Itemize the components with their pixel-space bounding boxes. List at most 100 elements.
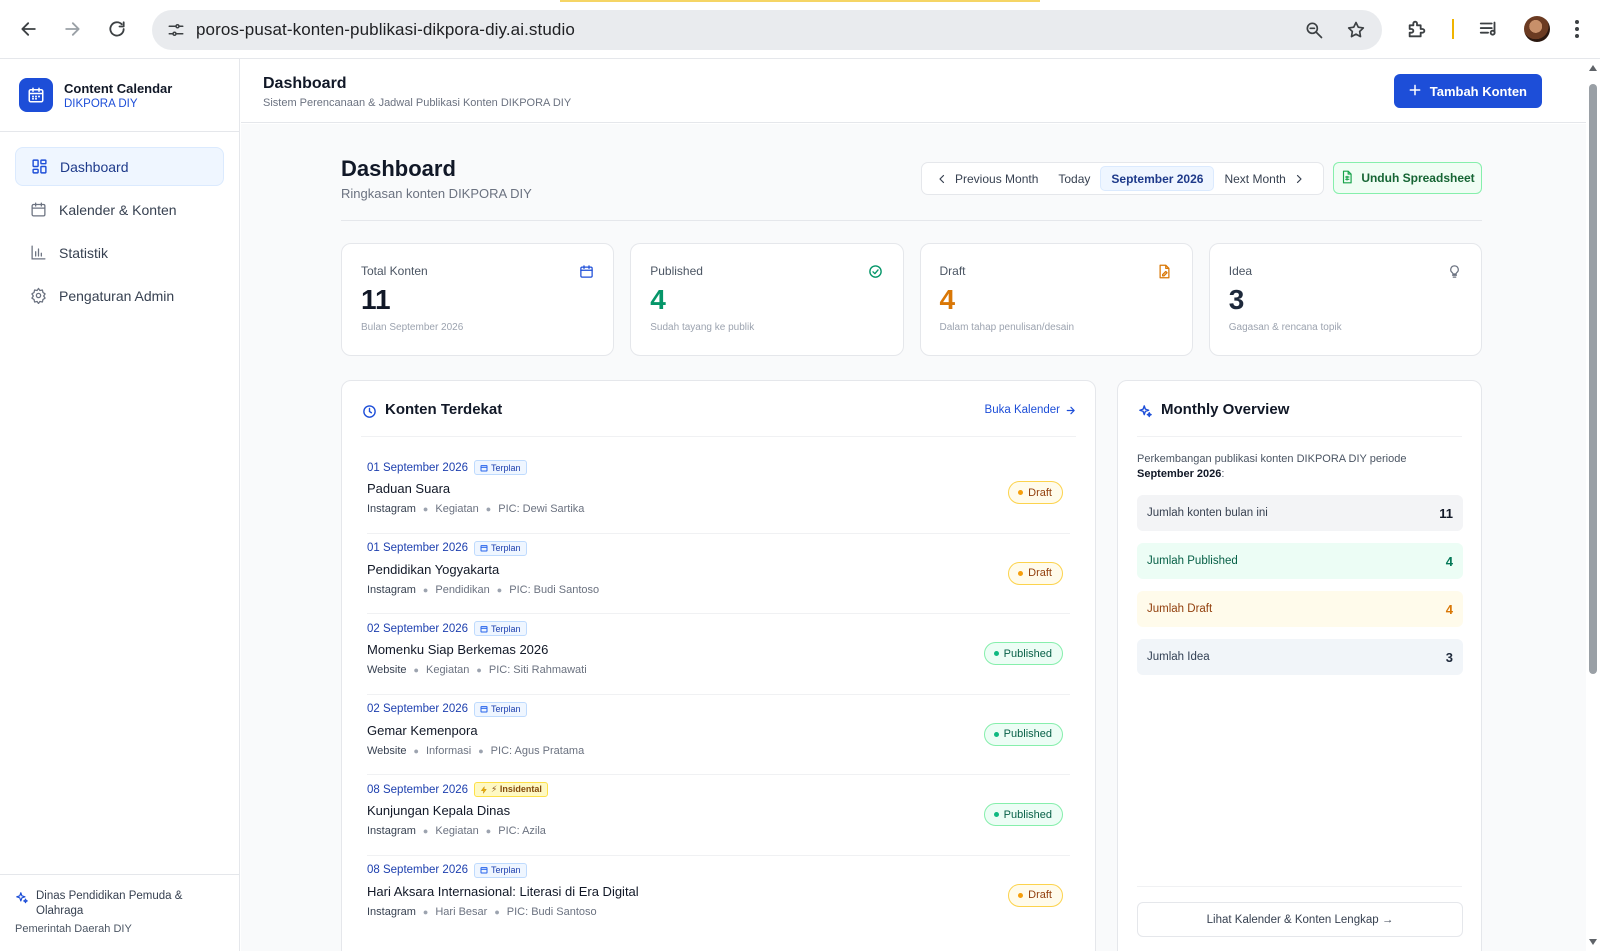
meta-separator: ● xyxy=(413,745,419,756)
header-divider xyxy=(341,220,1482,221)
overview-row-label: Jumlah Published xyxy=(1147,555,1238,567)
page-scrollbar[interactable] xyxy=(1586,59,1600,951)
scroll-up-arrow[interactable] xyxy=(1589,65,1597,71)
meta-separator: ● xyxy=(478,745,484,756)
media-queue-icon[interactable] xyxy=(1478,18,1500,40)
content-channel: Instagram xyxy=(367,905,416,918)
stat-published: Published 4 Sudah tayang ke publik xyxy=(630,243,904,356)
content-category: Kegiatan xyxy=(435,503,479,515)
chevron-right-icon xyxy=(1293,173,1305,185)
next-month-button[interactable]: Next Month xyxy=(1214,166,1314,191)
content-title: Momenku Siap Berkemas 2026 xyxy=(367,642,549,658)
content-pic: PIC: Agus Pratama xyxy=(490,744,585,757)
content-channel: Website xyxy=(367,744,407,757)
next-month-label: Next Month xyxy=(1224,171,1286,186)
back-icon[interactable] xyxy=(14,14,44,44)
main-content: Dashboard Ringkasan konten DIKPORA DIY P… xyxy=(241,124,1586,951)
scroll-down-arrow[interactable] xyxy=(1589,939,1597,945)
meta-separator: ● xyxy=(422,826,429,837)
overview-intro: Perkembangan publikasi konten DIKPORA DI… xyxy=(1137,452,1463,482)
stat-label: Idea xyxy=(1228,264,1253,278)
content-plan-tag-label: Terplan xyxy=(491,865,521,876)
extensions-icon[interactable] xyxy=(1406,18,1428,40)
view-full-calendar-button[interactable]: Lihat Kalender & Konten Lengkap → xyxy=(1137,902,1463,937)
content-row[interactable]: 01 September 2026 Terplan Pendidikan Yog… xyxy=(367,534,1070,615)
content-row[interactable]: 08 September 2026 Terplan Hari Aksara In… xyxy=(367,856,1070,937)
forward-icon[interactable] xyxy=(57,14,87,44)
dashboard-icon xyxy=(30,158,48,176)
calendar-icon xyxy=(480,544,488,552)
sidebar-footer: Dinas Pendidikan Pemuda & Olahraga Pemer… xyxy=(0,874,240,951)
status-dot xyxy=(1018,490,1024,495)
brand-subtitle: DIKPORA DIY xyxy=(64,97,138,110)
footer-government: Pemerintah Daerah DIY xyxy=(15,923,132,935)
content-pic: PIC: Budi Santoso xyxy=(509,583,600,596)
overview-divider xyxy=(1137,886,1462,887)
current-month-label[interactable]: September 2026 xyxy=(1100,166,1215,191)
page-title: Dashboard xyxy=(341,156,456,181)
download-label: Unduh Spreadsheet xyxy=(1361,171,1475,185)
sidebar-item-calendar[interactable]: Kalender & Konten xyxy=(15,190,224,229)
url-text[interactable]: poros-pusat-konten-publikasi-dikpora-diy… xyxy=(196,20,575,40)
stat-hint: Bulan September 2026 xyxy=(361,322,464,333)
content-category: Informasi xyxy=(425,744,472,757)
previous-month-label: Previous Month xyxy=(955,171,1039,186)
brand-title: Content Calendar xyxy=(64,80,173,96)
content-category: Hari Besar xyxy=(435,905,488,918)
content-plan-tag-label: Terplan xyxy=(491,462,521,473)
sidebar-menu: Dashboard Kalender & Konten Statistik Pe… xyxy=(0,132,239,334)
today-button[interactable]: Today xyxy=(1048,166,1100,191)
content-channel: Website xyxy=(367,664,407,677)
calendar-icon xyxy=(480,464,488,472)
content-category: Pendidikan xyxy=(435,583,490,596)
sidebar-item-dashboard[interactable]: Dashboard xyxy=(15,147,224,186)
gear-icon xyxy=(29,287,47,305)
content-row[interactable]: 02 September 2026 Terplan Gemar Kemenpor… xyxy=(367,695,1070,776)
sparkles-icon xyxy=(1137,403,1153,419)
upcoming-content-list: 01 September 2026 Terplan Paduan Suara I… xyxy=(367,453,1070,937)
profile-avatar[interactable] xyxy=(1524,16,1550,42)
previous-month-button[interactable]: Previous Month xyxy=(926,166,1048,191)
content-row[interactable]: 01 September 2026 Terplan Paduan Suara I… xyxy=(367,453,1070,534)
content-row[interactable]: 02 September 2026 Terplan Momenku Siap B… xyxy=(367,614,1070,695)
open-calendar-link[interactable]: Buka Kalender xyxy=(985,404,1076,416)
kebab-menu-icon[interactable] xyxy=(1574,19,1580,39)
calendar-icon xyxy=(480,866,488,874)
header-title: Dashboard xyxy=(263,75,347,92)
stat-label: Total Konten xyxy=(361,264,428,278)
scroll-thumb[interactable] xyxy=(1589,84,1597,674)
site-settings-icon[interactable] xyxy=(164,18,188,42)
header-subtitle: Sistem Perencanaan & Jadwal Publikasi Ko… xyxy=(263,97,572,109)
open-calendar-label: Buka Kalender xyxy=(984,404,1060,416)
add-content-button[interactable]: Tambah Konten xyxy=(1393,74,1542,108)
stat-cards: Total Konten 11 Bulan September 2026 Pub… xyxy=(341,243,1482,356)
content-row[interactable]: 08 September 2026 ⚡ Insidental Kunjungan… xyxy=(367,775,1070,856)
reload-icon[interactable] xyxy=(102,14,132,44)
content-date: 08 September 2026 xyxy=(367,783,469,796)
month-navigator: Previous Month Today September 2026 Next… xyxy=(921,162,1324,195)
loading-bar xyxy=(560,0,1040,2)
overview-period-suffix: : xyxy=(1221,468,1225,480)
download-spreadsheet-button[interactable]: Unduh Spreadsheet xyxy=(1333,162,1482,194)
sidebar-item-statistics[interactable]: Statistik xyxy=(15,233,224,272)
calendar-icon xyxy=(480,705,488,713)
content-meta: Instagram ● Hari Besar ● PIC: Budi Santo… xyxy=(367,906,1070,918)
meta-separator: ● xyxy=(422,504,429,514)
content-plan-tag: ⚡ Insidental xyxy=(474,782,548,798)
meta-separator: ● xyxy=(485,826,492,837)
content-plan-tag: Terplan xyxy=(474,540,527,556)
bookmark-star-icon[interactable] xyxy=(1344,18,1368,42)
sidebar-item-admin-settings[interactable]: Pengaturan Admin xyxy=(15,276,224,315)
stat-draft: Draft 4 Dalam tahap penulisan/desain xyxy=(919,243,1193,356)
stat-hint: Sudah tayang ke publik xyxy=(650,322,755,333)
meta-separator: ● xyxy=(496,584,503,595)
content-plan-tag-label: Terplan xyxy=(491,543,521,554)
overview-row-label: Jumlah konten bulan ini xyxy=(1147,507,1268,519)
zoom-icon[interactable] xyxy=(1302,18,1326,42)
calendar-icon xyxy=(29,201,47,219)
address-bar[interactable]: poros-pusat-konten-publikasi-dikpora-diy… xyxy=(152,10,1382,50)
chevron-left-icon xyxy=(936,173,948,185)
content-plan-tag-label: Terplan xyxy=(491,704,521,715)
status-badge: Draft xyxy=(1008,561,1063,585)
stat-idea: Idea 3 Gagasan & rencana topik xyxy=(1208,243,1482,356)
